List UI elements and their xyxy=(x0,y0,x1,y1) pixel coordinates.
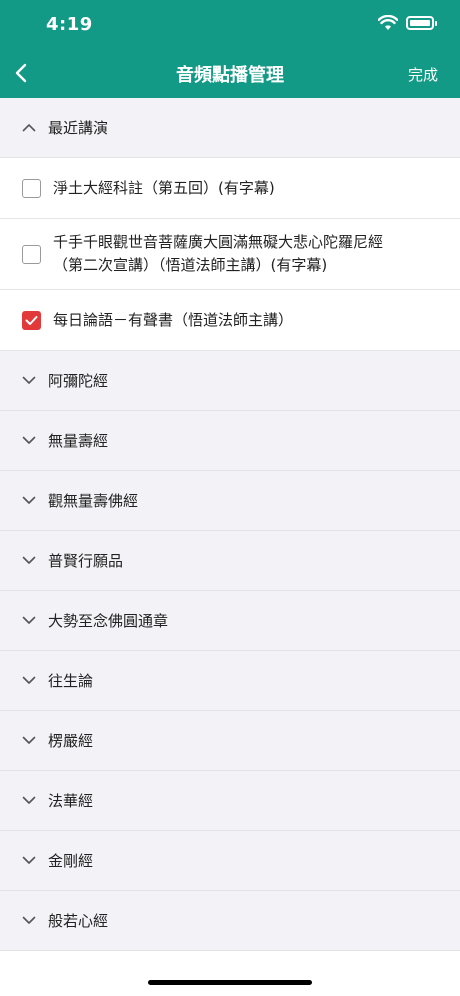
section-surangama-sutra[interactable]: 楞嚴經 xyxy=(0,711,460,771)
chevron-down-icon xyxy=(22,914,36,928)
section-label: 無量壽經 xyxy=(48,432,109,450)
section-contemplation-sutra[interactable]: 觀無量壽佛經 xyxy=(0,471,460,531)
section-samantabhadra-vows[interactable]: 普賢行願品 xyxy=(0,531,460,591)
wifi-icon xyxy=(378,15,398,30)
section-label: 往生論 xyxy=(48,672,94,690)
section-label: 法華經 xyxy=(48,792,94,810)
done-button[interactable]: 完成 xyxy=(408,64,438,85)
status-time: 4:19 xyxy=(46,14,93,35)
section-rebirth-treatise[interactable]: 往生論 xyxy=(0,651,460,711)
category-list: 最近講演 淨土大經科註（第五回）(有字幕) 千手千眼觀世音菩薩廣大圓滿無礙大悲心… xyxy=(0,98,460,951)
item-title: 千手千眼觀世音菩薩廣大圓滿無礙大悲心陀羅尼經 （第二次宣講）（悟道法師主講）(有字… xyxy=(53,233,384,274)
chevron-down-icon xyxy=(22,854,36,868)
section-label: 金剛經 xyxy=(48,852,94,870)
page-title: 音頻點播管理 xyxy=(176,65,284,86)
section-label: 楞嚴經 xyxy=(48,732,94,750)
list-item[interactable]: 淨土大經科註（第五回）(有字幕) xyxy=(0,158,460,219)
checkbox[interactable] xyxy=(22,244,41,264)
section-label: 觀無量壽佛經 xyxy=(48,492,139,510)
section-mahasthamaprapta[interactable]: 大勢至念佛圓通章 xyxy=(0,591,460,651)
list-item[interactable]: 千手千眼觀世音菩薩廣大圓滿無礙大悲心陀羅尼經 （第二次宣講）（悟道法師主講）(有字… xyxy=(0,219,460,290)
battery-icon xyxy=(406,16,437,30)
chevron-down-icon xyxy=(22,674,36,688)
chevron-down-icon xyxy=(22,734,36,748)
navigation-header: 4:19 音頻點播管理 完成 xyxy=(0,0,460,98)
section-label: 最近講演 xyxy=(48,119,109,137)
section-amitabha-sutra[interactable]: 阿彌陀經 xyxy=(0,351,460,411)
bottom-safe-area xyxy=(0,956,460,996)
section-infinite-life-sutra[interactable]: 無量壽經 xyxy=(0,411,460,471)
recent-items: 淨土大經科註（第五回）(有字幕) 千手千眼觀世音菩薩廣大圓滿無礙大悲心陀羅尼經（… xyxy=(0,158,460,351)
chevron-down-icon xyxy=(22,374,36,388)
checkbox[interactable] xyxy=(22,178,41,198)
chevron-down-icon xyxy=(22,794,36,808)
section-label: 阿彌陀經 xyxy=(48,372,109,390)
chevron-down-icon xyxy=(22,614,36,628)
section-label: 大勢至念佛圓通章 xyxy=(48,612,169,630)
chevron-down-icon xyxy=(22,494,36,508)
section-recent[interactable]: 最近講演 xyxy=(0,98,460,158)
item-title: 每日論語－有聲書（悟道法師主講） xyxy=(53,310,294,329)
section-heart-sutra[interactable]: 般若心經 xyxy=(0,891,460,951)
list-item[interactable]: 每日論語－有聲書（悟道法師主講） xyxy=(0,290,460,351)
checkmark-icon xyxy=(25,315,38,325)
section-diamond-sutra[interactable]: 金剛經 xyxy=(0,831,460,891)
section-label: 般若心經 xyxy=(48,912,109,930)
chevron-left-icon xyxy=(15,63,27,83)
chevron-up-icon xyxy=(22,121,36,135)
home-indicator xyxy=(148,980,312,985)
item-title: 淨土大經科註（第五回）(有字幕) xyxy=(53,178,275,197)
status-icons xyxy=(378,15,437,31)
checkbox-checked[interactable] xyxy=(22,310,41,330)
back-button[interactable] xyxy=(6,56,36,90)
section-lotus-sutra[interactable]: 法華經 xyxy=(0,771,460,831)
chevron-down-icon xyxy=(22,434,36,448)
chevron-down-icon xyxy=(22,554,36,568)
section-label: 普賢行願品 xyxy=(48,552,124,570)
